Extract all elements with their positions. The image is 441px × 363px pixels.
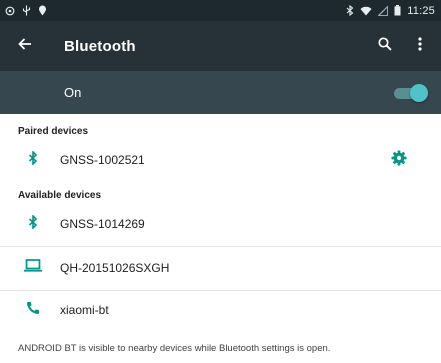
wifi-icon [360,6,372,16]
device-name: GNSS-1014269 [60,217,145,231]
device-row-xiaomi-bt[interactable]: xiaomi-bt [0,288,441,332]
phone-icon [26,301,40,320]
available-devices-header: Available devices [18,190,102,201]
device-icon-container [0,259,52,277]
more-vert-icon [418,36,422,56]
device-name: QH-20151026SXGH [60,261,170,275]
device-row-gnss-1014269[interactable]: GNSS-1014269 [0,202,441,246]
overflow-menu-button[interactable] [405,21,435,71]
device-icon-container [0,149,52,170]
status-left-icons [5,5,47,16]
status-right-icons: 11:25 [346,5,435,17]
toggle-label: On [64,85,82,100]
switch-thumb [410,83,428,102]
bluetooth-icon [346,5,354,16]
battery-icon [394,5,401,16]
search-button[interactable] [365,21,405,71]
signal-icon [378,5,389,16]
visibility-note: ANDROID BT is visible to nearby devices … [18,343,331,354]
bluetooth-toggle-row[interactable]: On [0,71,441,114]
location-icon [38,5,47,16]
bluetooth-icon [28,213,38,234]
status-bar: 11:25 [0,0,441,21]
app-bar: Bluetooth [0,21,441,71]
search-icon [378,36,392,56]
bluetooth-switch[interactable] [394,83,428,102]
back-button[interactable] [0,21,56,71]
usb-icon [22,5,31,16]
device-name: xiaomi-bt [60,303,109,317]
gear-icon [391,150,407,171]
laptop-icon [24,259,42,277]
page-title: Bluetooth [64,37,136,55]
device-name: GNSS-1002521 [60,153,145,167]
device-settings-button[interactable] [377,138,421,182]
device-row-qh-20151026sxgh[interactable]: QH-20151026SXGH [0,246,441,290]
arrow-left-icon [18,37,32,55]
status-time: 11:25 [407,4,435,17]
device-row-gnss-1002521[interactable]: GNSS-1002521 [0,138,441,182]
paired-devices-header: Paired devices [18,126,89,137]
sync-icon [5,6,15,16]
device-icon-container [0,213,52,234]
bluetooth-icon [28,149,38,170]
device-icon-container [0,301,52,320]
